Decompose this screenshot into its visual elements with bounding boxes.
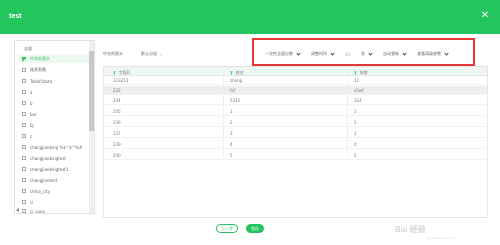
time-adjust-select[interactable]: 调整时间	[311, 51, 334, 57]
table-row: 237 3 3	[104, 129, 487, 138]
advanced-params-select[interactable]: 查看高级参数	[417, 51, 448, 57]
checkbox[interactable]	[22, 134, 26, 138]
table-row: 232 fsf sfaef	[104, 86, 487, 95]
table-name: c	[30, 133, 33, 139]
table-row: 240 5 5	[104, 151, 487, 160]
chinese-header-label: 中文的表头	[103, 51, 123, 56]
chevron-down-icon	[330, 52, 334, 56]
table-list-item[interactable]: bar	[22, 110, 37, 118]
interval-value-input[interactable]: 00	[345, 52, 350, 57]
sidebar-scrollbar[interactable]	[89, 41, 94, 213]
table-name: changjiantest	[30, 177, 58, 183]
table-row: 239 4 4	[104, 140, 487, 149]
table-name: ci	[30, 199, 34, 205]
table-name: changjianbingtest1	[30, 166, 69, 172]
table-name: a	[30, 89, 33, 95]
table-list-item[interactable]: changjianbing %$^$^%#	[22, 143, 82, 151]
table-name: bar	[30, 111, 37, 117]
table-list-item[interactable]: Table5data	[22, 77, 52, 85]
default-segment-option[interactable]: 默认分组 ✓	[141, 51, 163, 57]
list-header-all: 全部	[24, 46, 32, 51]
table-name: 维表到属	[30, 67, 46, 72]
table-list-item[interactable]: changjiantest	[22, 176, 57, 184]
checkbox[interactable]	[22, 101, 26, 105]
scrollbar-thumb[interactable]	[89, 51, 94, 131]
table-list-item[interactable]: 维表到属	[22, 66, 46, 74]
text-type-icon: T	[230, 70, 233, 76]
default-segment-label: 默认分组	[141, 51, 157, 56]
table-list-item[interactable]: ci_copy	[22, 207, 45, 214]
sync-settings-row: 一次性全量分数 调整时间 00 秒 自动更新 查看高级参数	[265, 50, 459, 58]
dialog-title: test	[9, 13, 22, 20]
checkbox[interactable]	[22, 200, 26, 204]
table-name: bj	[30, 122, 34, 128]
table-list-item[interactable]: china_city	[22, 187, 50, 195]
save-button[interactable]: 保存	[246, 224, 264, 233]
checkbox[interactable]	[22, 178, 26, 182]
chevron-down-icon	[296, 52, 300, 56]
checkbox[interactable]	[22, 112, 26, 116]
table-list-item[interactable]: b	[22, 99, 33, 107]
table-row: 235 1 1	[104, 107, 487, 116]
table-header: T 字段D T 姓名 T 年龄	[104, 67, 487, 76]
table-row: 123213 zhong 12	[104, 76, 487, 85]
sync-mode-select[interactable]: 一次性全量分数	[265, 51, 300, 57]
table-list-item[interactable]: c	[22, 132, 32, 140]
table-name: changjianbingtest	[30, 155, 66, 161]
checkbox[interactable]	[22, 189, 26, 193]
checkbox[interactable]	[22, 145, 26, 149]
checkbox[interactable]	[22, 68, 26, 72]
interval-unit-select[interactable]: 秒	[361, 51, 372, 57]
checkbox[interactable]	[22, 123, 26, 127]
checkbox[interactable]	[22, 209, 26, 213]
table-name: b	[30, 100, 33, 106]
table-name: ci_copy	[30, 208, 45, 214]
checkbox-checked[interactable]	[22, 57, 26, 61]
data-preview-table: T 字段D T 姓名 T 年龄 123213 zhong 12 232 fsf …	[103, 66, 488, 218]
table-list-item[interactable]: bj	[22, 121, 34, 129]
checkbox[interactable]	[22, 156, 26, 160]
table-name: 中文的表头	[30, 56, 50, 61]
table-list-item[interactable]: 中文的表头	[18, 55, 90, 63]
checkbox[interactable]	[22, 167, 26, 171]
scroll-left-arrow-icon[interactable]	[16, 208, 19, 212]
chinese-header-option[interactable]: 中文的表头	[103, 51, 123, 57]
table-list-panel: 全部 中文的表头 维表到属 Table5data a b bar bj c ch…	[14, 40, 95, 214]
options-toolbar: 中文的表头 默认分组 ✓	[103, 51, 181, 57]
chevron-down-icon	[402, 52, 406, 56]
watermark-logo: Bai 经验	[395, 225, 426, 234]
close-icon[interactable]: ✕	[480, 11, 490, 21]
checkbox[interactable]	[22, 79, 26, 83]
table-list-item[interactable]: ci	[22, 198, 33, 206]
table-row: 234 5242 324	[104, 96, 487, 105]
previous-step-button[interactable]: 上一步	[216, 224, 238, 233]
table-list-item[interactable]: a	[22, 88, 32, 96]
table-name: china_city	[30, 188, 51, 194]
table-row: 236 2 2	[104, 118, 487, 127]
text-type-icon: T	[113, 70, 116, 76]
chevron-down-icon	[368, 52, 372, 56]
watermark-url: jingyan.baidu.com	[427, 236, 455, 240]
chevron-down-icon	[444, 52, 448, 56]
auto-update-select[interactable]: 自动更新	[383, 51, 406, 57]
check-icon[interactable]: ✓	[160, 52, 163, 57]
table-name: Table5data	[30, 78, 52, 84]
checkbox[interactable]	[22, 90, 26, 94]
table-list-item[interactable]: changjianbingtest	[22, 154, 66, 162]
table-list-item[interactable]: changjianbingtest1	[22, 165, 68, 173]
table-name: changjianbing %$^$^%#	[30, 144, 83, 150]
text-type-icon: T	[354, 70, 357, 76]
dialog-header: test ✕	[0, 0, 500, 34]
